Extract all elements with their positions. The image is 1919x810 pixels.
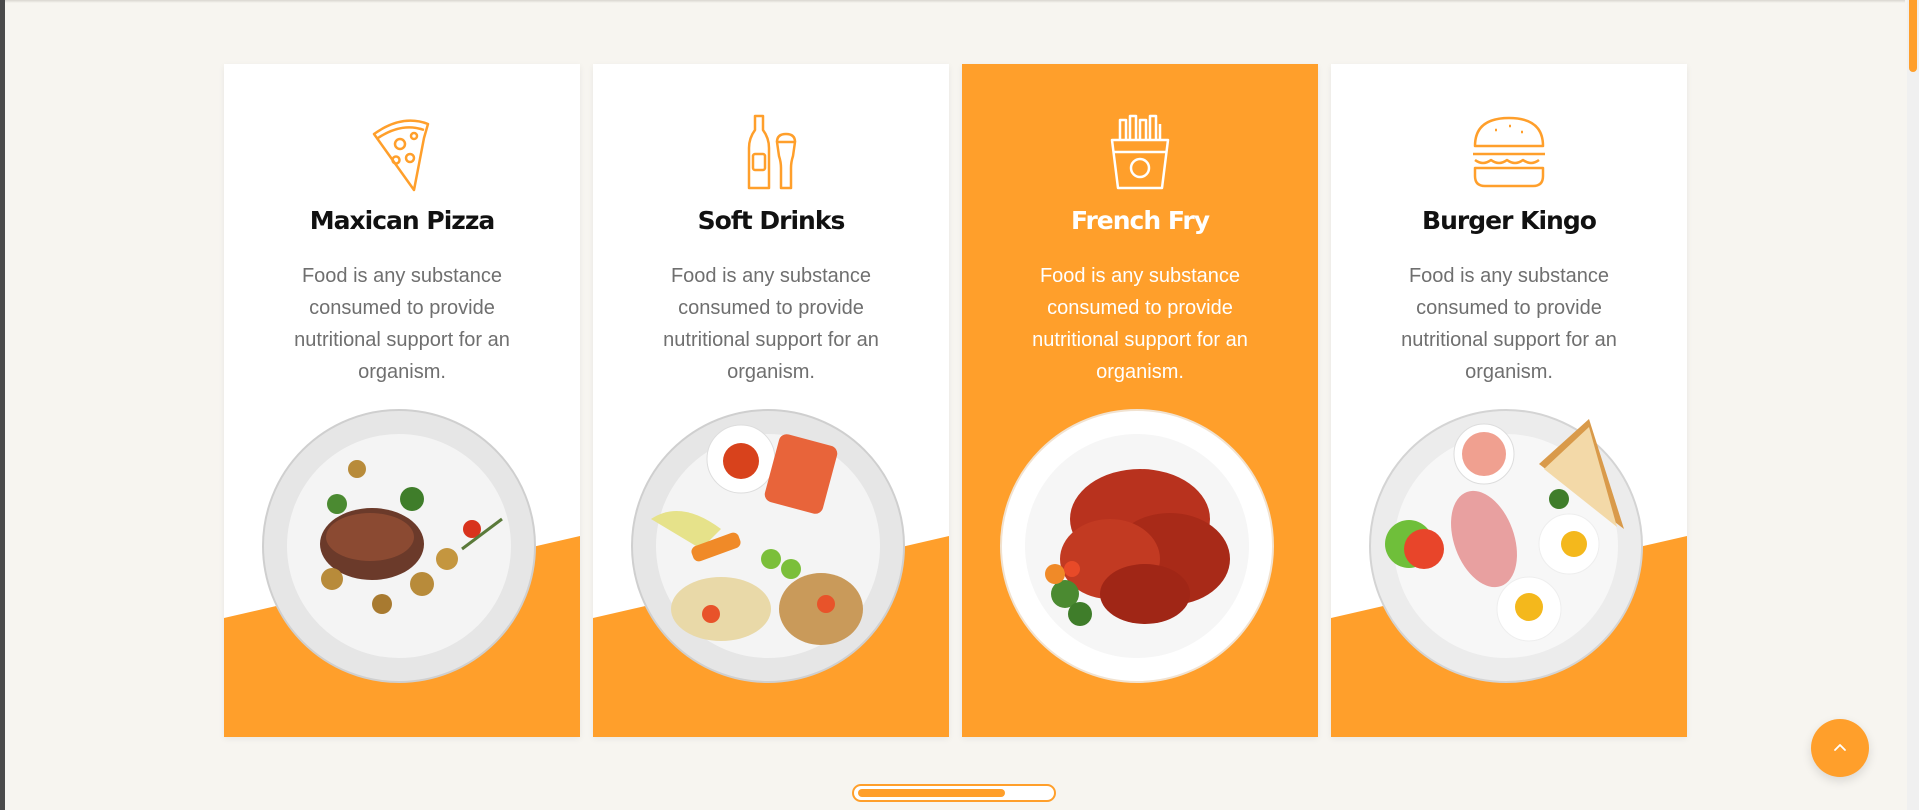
header-shadow (5, 0, 1905, 3)
window-edge (0, 0, 5, 810)
card-title: Soft Drinks (697, 206, 846, 235)
chevron-up-icon (1834, 744, 1846, 751)
card-description: Food is any substance consumed to provid… (1032, 265, 1248, 383)
card-title: Maxican Pizza (309, 206, 496, 235)
pizza-slice-icon (372, 119, 430, 192)
french-fries-icon (1110, 114, 1170, 190)
carousel-progress-bar[interactable] (852, 784, 1056, 802)
food-plate-image (1369, 409, 1643, 683)
food-card-pizza[interactable]: Maxican Pizza Food is any substance cons… (224, 64, 580, 737)
burger-icon (1473, 116, 1545, 188)
food-plate-image (631, 409, 905, 683)
food-plate-image (262, 409, 536, 683)
food-card-burger[interactable]: Burger Kingo Food is any substance consu… (1331, 64, 1687, 737)
food-card-drinks[interactable]: Soft Drinks Food is any substance consum… (593, 64, 949, 737)
card-title: Burger Kingo (1422, 206, 1597, 235)
food-cards: Maxican Pizza Food is any substance cons… (224, 64, 1687, 737)
card-description: Food is any substance consumed to provid… (663, 265, 879, 383)
scrollbar[interactable] (1907, 0, 1919, 810)
card-title: French Fry (1071, 206, 1210, 235)
bottle-and-glass-icon (747, 114, 797, 190)
carousel-progress-fill (858, 789, 1005, 797)
card-description: Food is any substance consumed to provid… (1401, 265, 1617, 383)
food-card-french-fry[interactable]: French Fry Food is any substance consume… (962, 64, 1318, 737)
food-plate-image (1000, 409, 1274, 683)
back-to-top-button[interactable] (1811, 719, 1869, 777)
scrollbar-thumb[interactable] (1909, 0, 1917, 72)
card-description: Food is any substance consumed to provid… (294, 265, 510, 383)
